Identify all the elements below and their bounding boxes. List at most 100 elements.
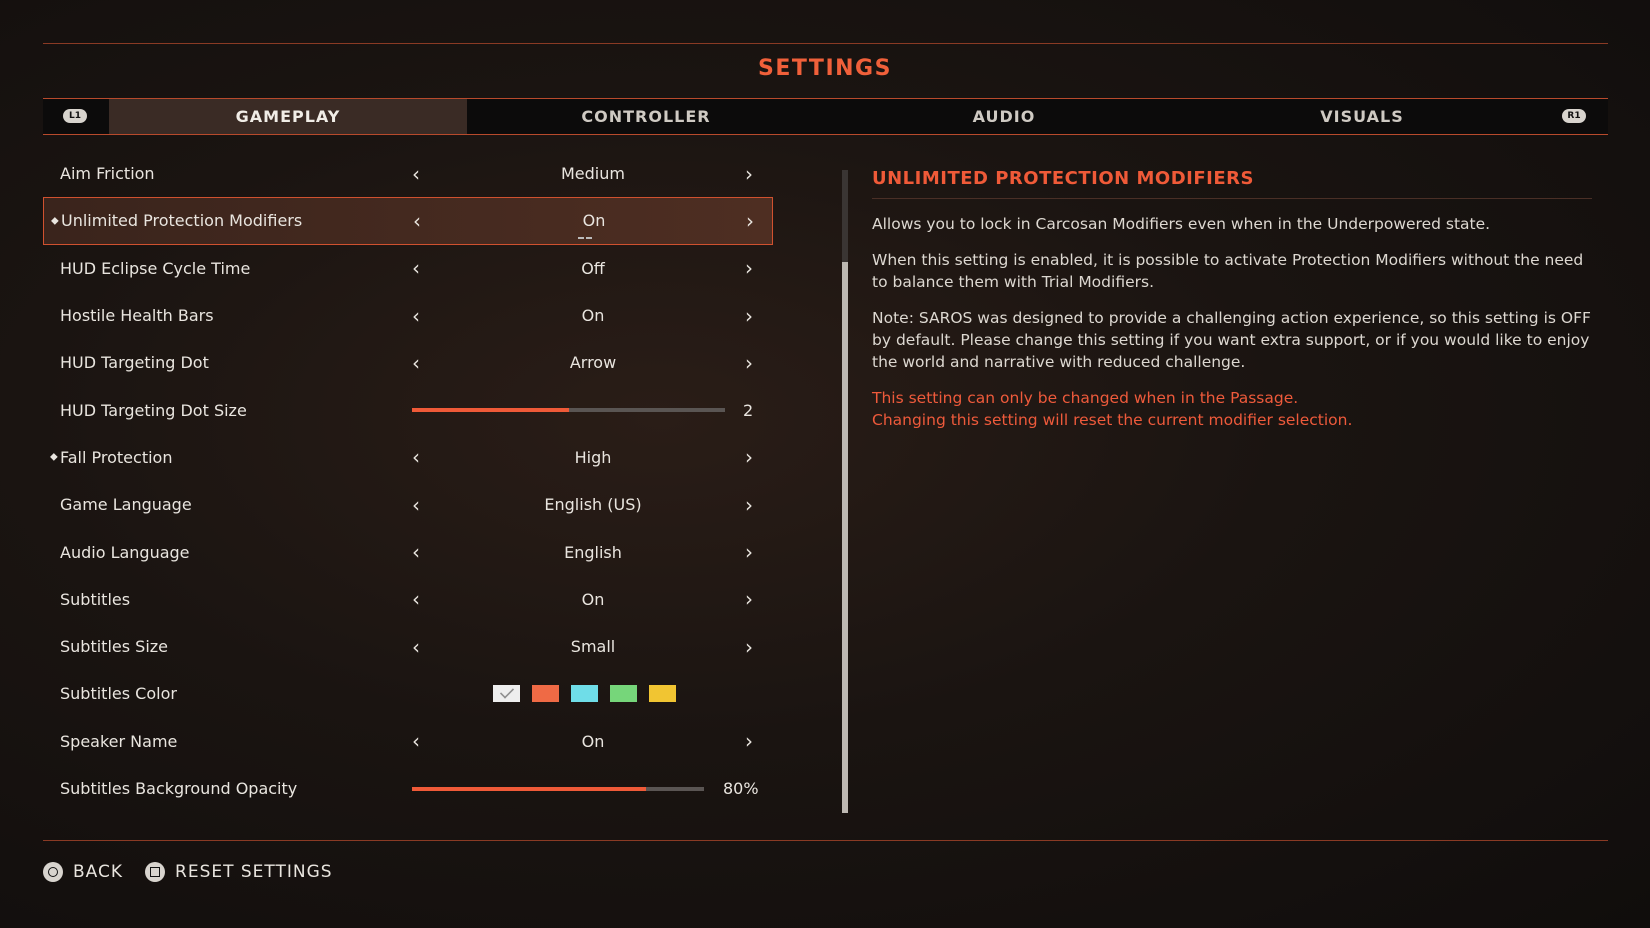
setting-row[interactable]: Game Language ‹ English (US) ›	[43, 481, 773, 528]
setting-value: Arrow	[569, 353, 617, 373]
warning-text: Changing this setting will reset the cur…	[872, 411, 1353, 429]
setting-label: HUD Eclipse Cycle Time	[60, 258, 251, 278]
setting-row[interactable]: Subtitles ‹ On ›	[43, 576, 773, 623]
slider-fill	[412, 408, 569, 413]
chevron-right-icon[interactable]: ›	[745, 481, 753, 528]
tab-visuals[interactable]: VISUALS	[1183, 99, 1541, 134]
setting-value: On	[581, 306, 605, 326]
setting-value: Off	[581, 258, 605, 278]
chevron-right-icon[interactable]: ›	[746, 198, 754, 243]
setting-row[interactable]: HUD Targeting Dot ‹ Arrow ›	[43, 339, 773, 386]
chevron-right-icon[interactable]: ›	[745, 245, 753, 292]
setting-row[interactable]: Aim Friction ‹ Medium ›	[43, 150, 773, 197]
back-button[interactable]: BACK	[43, 862, 123, 882]
chevron-left-icon[interactable]: ‹	[412, 150, 420, 197]
setting-value: English	[564, 542, 622, 562]
reset-settings-button[interactable]: RESET SETTINGS	[145, 862, 333, 882]
tab-controller[interactable]: CONTROLLER	[467, 99, 825, 134]
warning-block: This setting can only be changed when in…	[872, 387, 1592, 431]
setting-value: English (US)	[544, 495, 642, 515]
setting-row[interactable]: Subtitles Background Opacity 80%	[43, 765, 773, 812]
square-button-icon	[145, 862, 166, 882]
chevron-left-icon[interactable]: ‹	[412, 623, 420, 670]
slider-fill	[412, 786, 646, 791]
top-divider	[43, 43, 1608, 44]
chevron-right-icon[interactable]: ›	[745, 434, 753, 481]
chevron-left-icon[interactable]: ‹	[412, 481, 420, 528]
footer-bar: BACK RESET SETTINGS	[43, 862, 355, 882]
description-paragraph: When this setting is enabled, it is poss…	[872, 251, 1584, 291]
tab-bar: L1 GAMEPLAY CONTROLLER AUDIO VISUALS R1	[43, 98, 1608, 135]
reset-label: RESET SETTINGS	[175, 862, 333, 882]
color-swatch[interactable]	[532, 684, 559, 702]
setting-slider[interactable]	[412, 786, 704, 791]
setting-value: On	[581, 731, 605, 751]
setting-label: Fall Protection	[60, 447, 173, 467]
setting-label: Subtitles	[60, 589, 131, 609]
chevron-left-icon[interactable]: ‹	[412, 718, 420, 765]
setting-value: On	[581, 589, 605, 609]
setting-row[interactable]: Subtitles Size ‹ Small ›	[43, 623, 773, 670]
setting-row[interactable]: HUD Eclipse Cycle Time ‹ Off ›	[43, 245, 773, 292]
page-title: SETTINGS	[758, 56, 892, 81]
modified-dot-icon: ◆	[50, 451, 58, 463]
setting-row[interactable]: Hostile Health Bars ‹ On ›	[43, 292, 773, 339]
settings-list: Aim Friction ‹ Medium › ◆ Unlimited Protectio…	[43, 150, 773, 812]
chevron-left-icon[interactable]: ‹	[412, 339, 420, 386]
back-label: BACK	[73, 862, 124, 882]
page-indicator	[578, 236, 594, 239]
setting-row[interactable]: Audio Language ‹ English ›	[43, 528, 773, 575]
warning-text: This setting can only be changed when in…	[872, 389, 1299, 407]
slider-value: 2	[743, 400, 754, 420]
chevron-right-icon[interactable]: ›	[745, 292, 753, 339]
tab-gameplay[interactable]: GAMEPLAY	[109, 99, 467, 134]
setting-value: Small	[570, 637, 616, 657]
setting-label: Hostile Health Bars	[60, 306, 214, 326]
setting-label: HUD Targeting Dot Size	[60, 400, 247, 420]
chevron-left-icon[interactable]: ‹	[413, 198, 421, 243]
chevron-right-icon[interactable]: ›	[745, 150, 753, 197]
l1-bumper-icon[interactable]: L1	[63, 109, 87, 123]
setting-value: On	[582, 211, 606, 231]
setting-row[interactable]: HUD Targeting Dot Size 2	[43, 386, 773, 433]
chevron-right-icon[interactable]: ›	[745, 623, 753, 670]
setting-label: Audio Language	[60, 542, 190, 562]
setting-row[interactable]: ◆ Fall Protection ‹ High ›	[43, 434, 773, 481]
setting-label: Speaker Name	[60, 731, 178, 751]
modified-dot-icon: ◆	[51, 215, 59, 227]
setting-label: Game Language	[60, 495, 192, 515]
setting-label: Unlimited Protection Modifiers	[61, 211, 303, 231]
setting-label: HUD Targeting Dot	[60, 353, 209, 373]
chevron-left-icon[interactable]: ‹	[412, 576, 420, 623]
chevron-left-icon[interactable]: ‹	[412, 528, 420, 575]
setting-label: Aim Friction	[60, 164, 155, 184]
scrollbar-thumb[interactable]	[842, 262, 848, 813]
chevron-left-icon[interactable]: ‹	[412, 434, 420, 481]
slider-value: 80%	[723, 779, 759, 798]
description-panel: UNLIMITED PROTECTION MODIFIERS Allows yo…	[872, 168, 1592, 431]
setting-value: Medium	[561, 164, 625, 184]
setting-value: High	[574, 447, 612, 467]
chevron-right-icon[interactable]: ›	[745, 576, 753, 623]
color-swatch[interactable]	[571, 684, 598, 702]
color-swatch[interactable]	[610, 684, 637, 702]
setting-row[interactable]: Speaker Name ‹ On ›	[43, 718, 773, 765]
color-swatch[interactable]	[493, 684, 520, 702]
chevron-right-icon[interactable]: ›	[745, 718, 753, 765]
setting-label: Subtitles Background Opacity	[60, 779, 298, 798]
description-paragraph: Note: SAROS was designed to provide a ch…	[872, 309, 1591, 371]
description-title: UNLIMITED PROTECTION MODIFIERS	[872, 168, 1592, 199]
description-paragraph: Allows you to lock in Carcosan Modifiers…	[872, 215, 1491, 233]
chevron-left-icon[interactable]: ‹	[412, 292, 420, 339]
r1-bumper-icon[interactable]: R1	[1562, 109, 1586, 123]
chevron-right-icon[interactable]: ›	[745, 339, 753, 386]
setting-label: Subtitles Color	[60, 684, 177, 704]
tab-audio[interactable]: AUDIO	[825, 99, 1183, 134]
color-swatch[interactable]	[649, 684, 676, 702]
chevron-left-icon[interactable]: ‹	[412, 245, 420, 292]
setting-row[interactable]: ◆ Unlimited Protection Modifiers ‹ On ›	[43, 197, 773, 245]
setting-row[interactable]: Subtitles Color	[43, 670, 773, 717]
chevron-right-icon[interactable]: ›	[745, 528, 753, 575]
bottom-divider	[43, 840, 1608, 841]
setting-slider[interactable]	[412, 408, 725, 413]
